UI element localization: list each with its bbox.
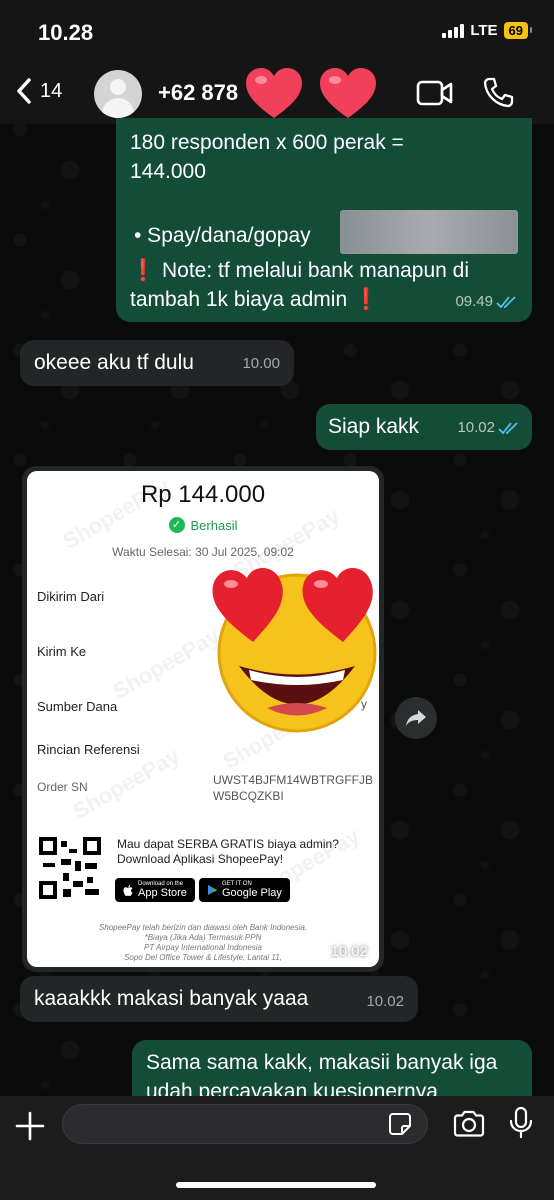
message-time: 10.02 [330,943,368,960]
forward-button[interactable] [395,697,437,739]
back-button[interactable]: 14 [14,76,62,106]
message-time: 10.02 [457,419,495,436]
message-text: ❗ Note: tf melalui bank manapun di [130,259,469,282]
status-indicators: LTE 69 [442,22,533,39]
message-bubble-incoming[interactable]: okeee aku tf dulu 10.00 [20,340,294,386]
promo-text: Mau dapat SERBA GRATIS biaya admin? Down… [117,837,367,867]
footer-line: ShopeePay telah berizin dan diawasi oleh… [98,923,308,932]
qr-code-icon [39,837,101,899]
signal-icon [442,23,465,38]
receipt-footer: ShopeePay telah berizin dan diawasi oleh… [27,923,379,963]
message-text: 180 responden x 600 perak = [130,131,404,154]
avatar[interactable] [94,70,142,118]
receipt-label: Sumber Dana [37,699,118,714]
message-meta: 09.49 [455,287,518,316]
receipt-label: Dikirim Dari [37,589,105,604]
check-icon: ✓ [168,517,185,533]
message-bubble-outgoing[interactable]: Siap kakk 10.02 [316,404,532,450]
read-ticks-icon [496,295,516,308]
message-text: tambah 1k biaya admin ❗ [130,288,380,311]
play-icon [208,885,217,895]
chat-header: 14 +62 878 [0,62,554,124]
message-bubble-incoming[interactable]: kaaakkk makasi banyak yaaa 10.02 [20,976,418,1022]
avatar-placeholder-icon [110,79,126,95]
camera-icon[interactable] [452,1110,486,1138]
redacted-block [340,210,518,254]
heart-eyes-emoji-sticker [212,567,377,733]
message-input[interactable] [62,1104,428,1144]
message-time: 09.49 [455,293,493,310]
home-indicator[interactable] [176,1182,376,1188]
google-play-badge: GET IT ON Google Play [199,878,290,902]
avatar-body-shape [102,98,134,118]
status-time: 10.28 [38,20,94,45]
message-text: okeee aku tf dulu [34,351,194,374]
chevron-left-icon [17,78,31,104]
footer-line: PT Airpay International Indonesia [144,943,262,952]
forward-icon [406,710,426,726]
status-bar: 10.28 LTE 69 [0,0,554,62]
unread-count: 14 [40,79,63,102]
promo-line: Download Aplikasi ShopeePay! [117,852,284,866]
apple-icon [123,884,133,896]
heart-sticker-icon [246,68,302,118]
video-icon[interactable] [416,79,454,107]
phone-icon[interactable] [482,76,514,108]
receipt-label: Rincian Referensi [37,742,140,757]
message-bubble-outgoing[interactable]: 180 responden x 600 perak = 144.000 • Sp… [116,118,532,322]
receipt-time: Waktu Selesai: 30 Jul 2025, 09:02 [112,545,294,559]
message-text: • Spay/dana/gopay [134,224,311,247]
store-badge-name: Google Play [222,887,282,899]
order-value: UWST4BJFM14WBTRGFFJB W5BCQZKBI [213,773,374,803]
heart-sticker-icon [320,68,376,118]
receipt-label: Kirim Ke [37,644,87,659]
receipt-amount: Rp 144.000 [140,481,266,508]
order-label: Order SN [37,780,88,794]
message-time: 10.00 [242,355,280,372]
plus-icon[interactable] [14,1110,46,1142]
read-ticks-icon [498,421,518,434]
footer-line: Sopo Del Office Tower & Lifestyle, Lanta… [124,953,282,962]
message-text: 144.000 [130,160,206,183]
network-type: LTE [470,22,498,39]
app-store-badge: Download on the App Store [115,878,195,902]
microphone-icon[interactable] [509,1106,533,1140]
receipt-status-label: Berhasil [190,517,238,533]
promo-line: Mau dapat SERBA GRATIS biaya admin? [117,837,339,851]
message-time: 10.02 [366,993,404,1010]
receipt-status: ✓ Berhasil [27,517,379,533]
message-text: Siap kakk [328,415,420,438]
message-meta: 10.02 [457,413,520,442]
contact-name[interactable]: +62 878 [158,80,238,106]
battery-icon: 69 [503,22,533,39]
store-badge-name: App Store [138,887,187,899]
message-text: kaaakkk makasi banyak yaaa [34,987,309,1010]
sticker-icon[interactable] [388,1112,412,1136]
footer-line: *Biaya (Jika Ada) Termasuk PPN [144,933,262,942]
